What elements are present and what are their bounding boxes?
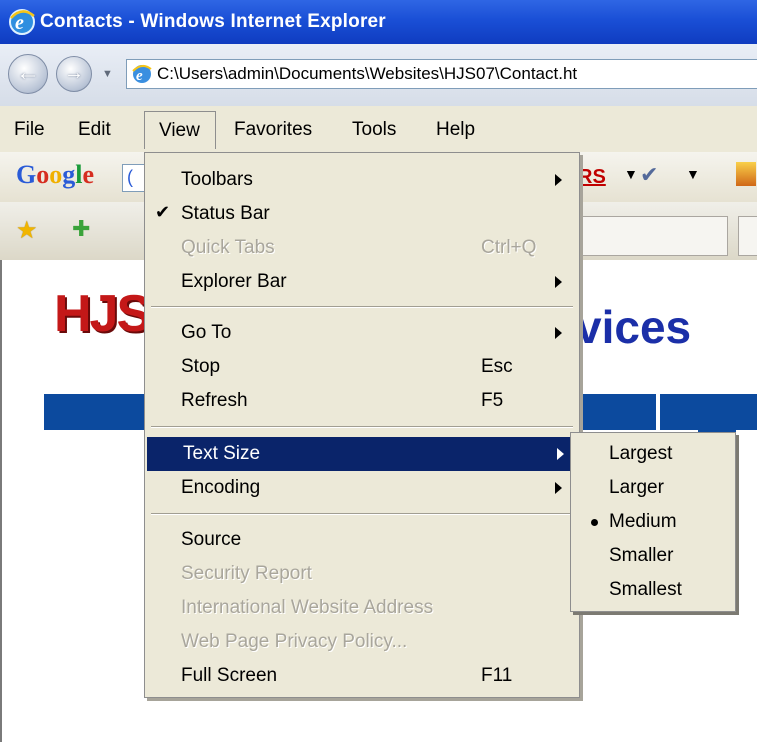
- google-rs-button[interactable]: RS: [578, 166, 606, 189]
- menu-item-label: Full Screen: [181, 665, 278, 686]
- history-dropdown-icon[interactable]: ▼: [102, 68, 113, 80]
- menu-item-label: Quick Tabs: [181, 237, 275, 258]
- menu-item-stop[interactable]: Stop Esc: [145, 350, 577, 384]
- menu-view[interactable]: View: [144, 111, 216, 149]
- window-title: Contacts - Windows Internet Explorer: [40, 11, 386, 32]
- address-bar[interactable]: e C:\Users\admin\Documents\Websites\HJS0…: [126, 59, 757, 89]
- text-size-submenu: Largest Larger Medium Smaller Smallest: [570, 432, 736, 612]
- spellcheck-dropdown-icon[interactable]: ▼: [686, 166, 700, 182]
- menu-bar: File Edit View Favorites Tools Help: [0, 106, 757, 152]
- submenu-arrow-icon: [555, 482, 562, 494]
- favorites-star-icon[interactable]: ★: [16, 216, 38, 245]
- back-arrow-icon: ←: [16, 59, 40, 86]
- page-ie-icon: e: [132, 65, 152, 84]
- site-heading: vices: [576, 301, 692, 353]
- submenu-item-label: Medium: [609, 511, 677, 532]
- menu-item-label: International Website Address: [181, 597, 434, 618]
- menu-separator: [151, 513, 573, 515]
- hjs-logo: HJS: [54, 285, 151, 343]
- menu-item-shortcut: F11: [481, 665, 513, 686]
- menu-item-privacy-policy: Web Page Privacy Policy...: [145, 625, 577, 659]
- menu-help[interactable]: Help: [436, 119, 475, 141]
- nav-divider: [656, 394, 660, 430]
- menu-item-text-size[interactable]: Text Size: [147, 437, 577, 471]
- toolbar-flag-icon[interactable]: [736, 162, 756, 186]
- google-search-input[interactable]: (: [122, 164, 146, 192]
- menu-item-label: Toolbars: [181, 169, 253, 190]
- submenu-arrow-icon: [555, 327, 562, 339]
- menu-item-status-bar[interactable]: ✔ Status Bar: [145, 197, 577, 231]
- add-favorite-icon[interactable]: ✚: [72, 216, 90, 242]
- spellcheck-icon[interactable]: ✔: [640, 162, 658, 188]
- submenu-arrow-icon: [555, 276, 562, 288]
- forward-arrow-icon: →: [64, 62, 84, 84]
- text-size-larger[interactable]: Larger: [571, 471, 735, 505]
- menu-item-shortcut: Esc: [481, 356, 513, 377]
- internet-explorer-icon: e: [9, 9, 35, 35]
- menu-item-quick-tabs: Quick Tabs Ctrl+Q: [145, 231, 577, 265]
- submenu-arrow-icon: [557, 448, 564, 460]
- submenu-item-label: Largest: [609, 443, 673, 464]
- menu-separator: [151, 306, 573, 308]
- radio-bullet-icon: [591, 519, 598, 526]
- submenu-arrow-icon: [555, 174, 562, 186]
- navigation-bar: ← → ▼ e C:\Users\admin\Documents\Website…: [0, 44, 757, 107]
- submenu-item-label: Larger: [609, 477, 664, 498]
- menu-item-international-address: International Website Address: [145, 591, 577, 625]
- rs-dropdown-icon[interactable]: ▼: [624, 166, 638, 182]
- submenu-item-label: Smaller: [609, 545, 674, 566]
- menu-separator: [151, 426, 573, 428]
- svg-text:e: e: [15, 12, 24, 34]
- menu-item-label: Explorer Bar: [181, 271, 287, 292]
- svg-text:e: e: [136, 68, 143, 84]
- menu-item-security-report: Security Report: [145, 557, 577, 591]
- menu-item-shortcut: F5: [481, 390, 504, 411]
- menu-file[interactable]: File: [14, 119, 45, 141]
- title-bar: e Contacts - Windows Internet Explorer: [0, 0, 757, 44]
- menu-item-label: Stop: [181, 356, 221, 377]
- text-size-medium[interactable]: Medium: [571, 505, 735, 539]
- text-size-smaller[interactable]: Smaller: [571, 539, 735, 573]
- menu-item-source[interactable]: Source: [145, 523, 577, 557]
- google-search-text: (: [127, 167, 133, 187]
- menu-item-shortcut: Ctrl+Q: [481, 237, 537, 258]
- menu-edit[interactable]: Edit: [78, 119, 111, 141]
- submenu-item-label: Smallest: [609, 579, 682, 600]
- tab-current[interactable]: [578, 216, 728, 256]
- menu-item-label: Web Page Privacy Policy...: [181, 631, 408, 652]
- tab-new[interactable]: [738, 216, 757, 256]
- menu-item-label: Go To: [181, 322, 232, 343]
- address-url[interactable]: C:\Users\admin\Documents\Websites\HJS07\…: [157, 64, 577, 84]
- menu-item-encoding[interactable]: Encoding: [145, 471, 577, 505]
- menu-favorites[interactable]: Favorites: [234, 119, 312, 141]
- menu-item-go-to[interactable]: Go To: [145, 316, 577, 350]
- menu-item-label: Encoding: [181, 477, 261, 498]
- checkmark-icon: ✔: [155, 202, 171, 222]
- menu-item-label: Refresh: [181, 390, 248, 411]
- google-logo: Google: [16, 160, 95, 189]
- menu-item-label: Status Bar: [181, 203, 270, 224]
- back-button[interactable]: ←: [8, 54, 48, 94]
- menu-item-label: Security Report: [181, 563, 312, 584]
- menu-item-refresh[interactable]: Refresh F5: [145, 384, 577, 418]
- text-size-smallest[interactable]: Smallest: [571, 573, 735, 607]
- menu-item-explorer-bar[interactable]: Explorer Bar: [145, 265, 577, 299]
- text-size-largest[interactable]: Largest: [571, 437, 735, 471]
- view-menu: Toolbars ✔ Status Bar Quick Tabs Ctrl+Q …: [144, 152, 580, 698]
- menu-tools[interactable]: Tools: [352, 119, 396, 141]
- menu-item-full-screen[interactable]: Full Screen F11: [145, 659, 577, 693]
- menu-item-toolbars[interactable]: Toolbars: [145, 163, 577, 197]
- menu-item-label: Source: [181, 529, 242, 550]
- forward-button[interactable]: →: [56, 56, 92, 92]
- menu-item-label: Text Size: [183, 443, 261, 464]
